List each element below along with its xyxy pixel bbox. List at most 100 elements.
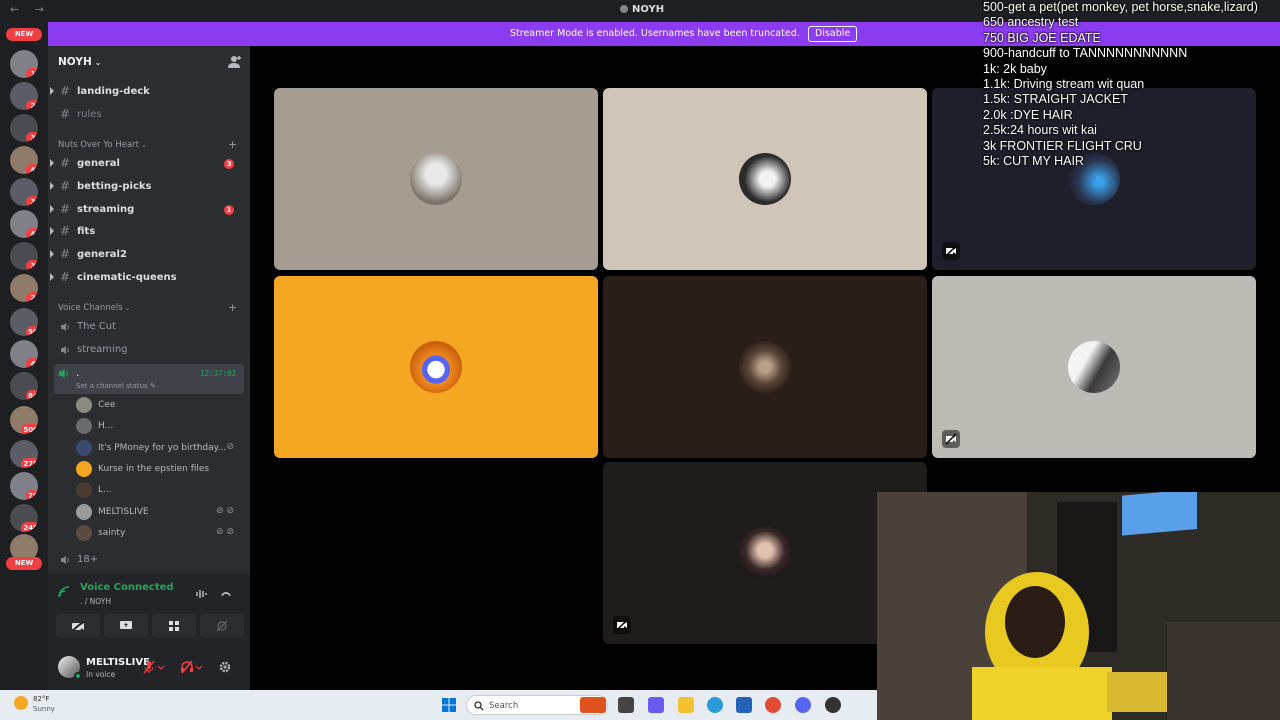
server-icon-8[interactable]: 2 (10, 274, 38, 302)
video-tile-h[interactable] (603, 88, 927, 270)
video-tile-kurse[interactable] (274, 276, 598, 458)
user-avatar[interactable] (58, 656, 82, 680)
weather-condition: Sunny (33, 705, 55, 713)
video-tile-meltislive[interactable] (932, 276, 1256, 458)
screen-share-button[interactable] (104, 614, 148, 638)
channel-general[interactable]: # general 3 (50, 154, 246, 174)
store-icon[interactable] (736, 697, 752, 713)
obs-icon[interactable] (825, 697, 841, 713)
chrome-icon[interactable] (765, 697, 781, 713)
mention-badge: 3 (26, 260, 38, 270)
gear-icon[interactable] (218, 660, 232, 674)
server-icon-5[interactable]: 3 (10, 178, 38, 206)
server-icon-6[interactable]: 4 (10, 210, 38, 238)
windows-start-icon[interactable] (441, 697, 457, 713)
channel-streaming[interactable]: # streaming 1 (50, 200, 246, 220)
chevron-down-icon[interactable] (194, 660, 204, 674)
voice-connected-label: Voice Connected (80, 582, 174, 593)
voice-member[interactable]: It's PMoney for yo birthday... ⊘ (76, 438, 244, 458)
chevron-down-icon: ⌄ (124, 304, 131, 312)
edge-icon[interactable] (707, 697, 723, 713)
signal-icon[interactable] (58, 586, 72, 598)
activities-icon (169, 621, 179, 631)
server-icon-14[interactable]: 78 (10, 472, 38, 500)
channel-cinematic-queens[interactable]: # cinematic-queens (50, 268, 246, 288)
channel-label: fits (77, 226, 96, 237)
voice-member[interactable]: MELTISLIVE ⊘ ⊘ (76, 502, 244, 522)
voice-channel-the-cut[interactable]: The Cut (56, 317, 246, 337)
avatar (76, 525, 92, 541)
channel-label: streaming (77, 204, 135, 215)
video-tile-cee[interactable] (274, 88, 598, 270)
file-explorer-icon[interactable] (678, 697, 694, 713)
discord-icon[interactable] (795, 697, 811, 713)
camera-off-icon (945, 245, 957, 257)
member-name: L... (98, 485, 112, 495)
server-icon-9[interactable]: 50 (10, 308, 38, 336)
category-voice-channels[interactable]: Voice Channels ⌄ (58, 303, 131, 313)
disconnect-icon[interactable] (220, 588, 232, 600)
copilot-icon[interactable] (648, 697, 664, 713)
task-view-icon[interactable] (618, 697, 634, 713)
server-icon-10[interactable]: 4 (10, 340, 38, 368)
channel-fits[interactable]: # fits (50, 222, 246, 242)
voice-channel-streaming[interactable]: streaming (56, 340, 246, 360)
disable-button[interactable]: Disable (808, 26, 858, 42)
mention-badge: 245 (21, 522, 38, 532)
server-icon-1[interactable]: 1 (10, 50, 38, 78)
avatar (76, 418, 92, 434)
expand-arrow-icon (50, 273, 54, 281)
activities-button[interactable] (152, 614, 196, 638)
soundboard-button[interactable] (200, 614, 244, 638)
server-name-header[interactable]: NOYH ⌄ (58, 56, 101, 68)
server-icon-11[interactable]: 84 (10, 372, 38, 400)
current-voice-channel[interactable]: . 12:37:02 Set a channel status ✎ (54, 364, 244, 394)
server-icon-13[interactable]: 275 (10, 440, 38, 468)
voice-member[interactable]: L... (76, 480, 244, 500)
stream-goals-overlay: 500-get a pet(pet monkey, pet horse,snak… (983, 0, 1280, 172)
window-title-text: NOYH (632, 4, 665, 15)
channel-landing-deck[interactable]: # landing-deck (50, 82, 246, 102)
new-pill-top[interactable]: NEW (6, 28, 42, 41)
add-friend-icon[interactable] (228, 55, 242, 69)
mic-muted-icon[interactable] (142, 660, 156, 674)
channel-rules[interactable]: # rules (56, 105, 246, 125)
unread-badge: 3 (224, 159, 234, 169)
voice-member[interactable]: Kurse in the epstien files (76, 459, 244, 479)
category-nuts-over-yo-heart[interactable]: Nuts Over Yo Heart ⌄ (58, 140, 147, 150)
new-pill-bottom[interactable]: NEW (6, 557, 42, 570)
weather-icon[interactable] (14, 696, 28, 710)
goal-line: 500-get a pet(pet monkey, pet horse,snak… (983, 0, 1258, 14)
nav-arrows[interactable]: ← → (10, 3, 50, 16)
voice-member[interactable]: sainty ⊘ ⊘ (76, 523, 244, 543)
server-icon-2[interactable]: 2 (10, 82, 38, 110)
voice-member[interactable]: H... (76, 416, 244, 436)
noise-suppression-icon[interactable] (196, 588, 208, 600)
search-highlight-icon[interactable] (580, 697, 606, 713)
user-panel: MELTISLIVE In voice (48, 644, 250, 690)
server-icon-15[interactable]: 245 (10, 504, 38, 532)
online-status-dot (74, 672, 82, 680)
voice-member[interactable]: Cee (76, 395, 244, 415)
expand-arrow-icon (50, 250, 54, 258)
video-tile-l[interactable] (603, 276, 927, 458)
server-icon-4[interactable]: 4 (10, 146, 38, 174)
channel-label: general2 (77, 249, 127, 260)
server-icon-7[interactable]: 3 (10, 242, 38, 270)
taskbar: 82°F Sunny Search (0, 690, 877, 720)
channel-betting-picks[interactable]: # betting-picks (50, 177, 246, 197)
channel-general2[interactable]: # general2 (50, 245, 246, 265)
server-icon-12[interactable]: 500 (10, 406, 38, 434)
camera-off-icon (945, 433, 957, 445)
set-channel-status[interactable]: Set a channel status ✎ (76, 382, 156, 390)
server-icon-3[interactable]: 3 (10, 114, 38, 142)
participant-avatar (739, 153, 791, 205)
voice-channel-18-plus[interactable]: 18+ (56, 550, 246, 570)
camera-button[interactable] (56, 614, 100, 638)
chevron-down-icon[interactable] (156, 660, 166, 674)
add-channel-icon[interactable]: + (228, 138, 237, 151)
mute-deafen-icons: ⊘ ⊘ (216, 506, 234, 516)
voice-connected-channel[interactable]: . / NOYH (80, 597, 111, 606)
deafened-icon[interactable] (180, 660, 194, 674)
add-voice-channel-icon[interactable]: + (228, 301, 237, 314)
